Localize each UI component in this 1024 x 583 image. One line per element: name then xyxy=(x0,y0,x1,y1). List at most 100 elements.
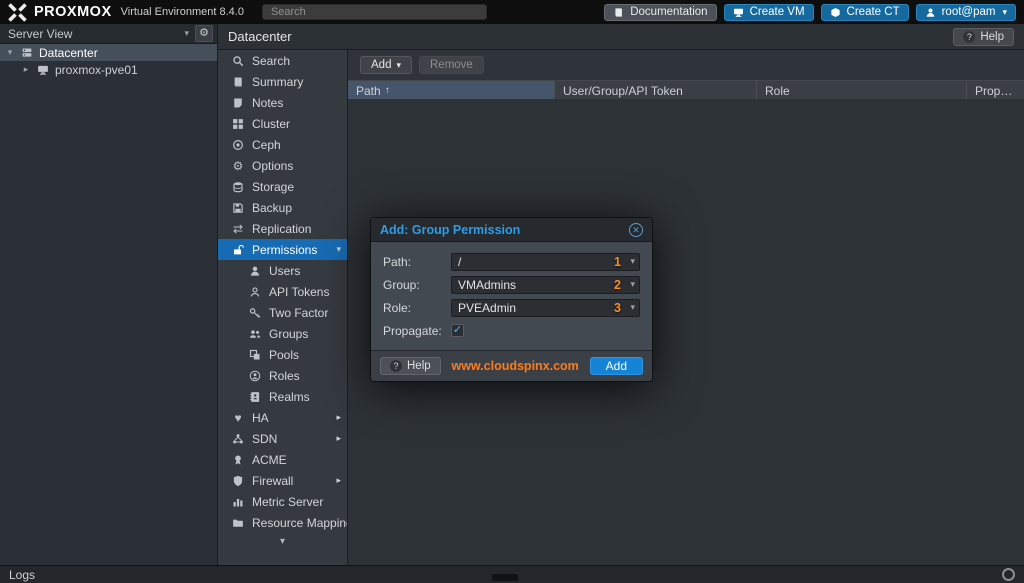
book-icon xyxy=(231,76,245,88)
field-label: Path: xyxy=(383,255,451,269)
column-label: Propag... xyxy=(975,81,1016,100)
column-header-role[interactable]: Role xyxy=(757,81,967,100)
gear-icon: ⚙ xyxy=(199,27,209,39)
column-label: User/Group/API Token xyxy=(563,81,683,100)
menu-item-two-factor[interactable]: Two Factor xyxy=(218,302,347,323)
menu-item-cluster[interactable]: Cluster xyxy=(218,113,347,134)
menu-item-options[interactable]: ⚙ Options xyxy=(218,155,347,176)
menu-item-groups[interactable]: Groups xyxy=(218,323,347,344)
menu-item-label: Two Factor xyxy=(269,306,328,320)
menu-item-label: ACME xyxy=(252,453,287,467)
menu-item-replication[interactable]: ⇄Replication xyxy=(218,218,347,239)
add-button[interactable]: Add ▾ xyxy=(360,56,412,74)
menu-item-label: Roles xyxy=(269,369,300,383)
resource-tree: ▾Datacenter▸proxmox-pve01 xyxy=(0,44,217,78)
column-header-user-group-api-token[interactable]: User/Group/API Token xyxy=(555,81,757,100)
create-vm-button[interactable]: Create VM xyxy=(724,4,814,21)
menu-item-ha[interactable]: ♥HA▸ xyxy=(218,407,347,428)
menu-overflow-indicator[interactable]: ▾ xyxy=(218,536,347,547)
menu-list: SearchSummary Notes Cluster Ceph ⚙ Options Sto… xyxy=(218,50,347,533)
menu-item-firewall[interactable]: Firewall▸ xyxy=(218,470,347,491)
sort-asc-icon: ↑ xyxy=(385,81,390,100)
pools-icon xyxy=(248,349,262,361)
column-header-propag[interactable]: Propag... xyxy=(967,81,1024,100)
menu-item-label: API Tokens xyxy=(269,285,329,299)
dialog-titlebar[interactable]: Add: Group Permission ✕ xyxy=(371,218,652,242)
menu-item-storage[interactable]: Storage xyxy=(218,176,347,197)
user-icon xyxy=(925,7,937,18)
chevron-right-icon[interactable]: ▸ xyxy=(21,64,31,75)
menu-item-backup[interactable]: Backup xyxy=(218,197,347,218)
chevron-right-icon: ▸ xyxy=(336,433,341,444)
menu-item-search[interactable]: Search xyxy=(218,50,347,71)
panel-splitter-handle[interactable] xyxy=(492,574,518,581)
address-book-icon xyxy=(248,391,262,403)
dialog-help-label: Help xyxy=(407,360,431,372)
tree-item-proxmox-pve01[interactable]: ▸proxmox-pve01 xyxy=(0,61,217,78)
monitor-icon xyxy=(36,64,50,76)
server-icon xyxy=(20,47,34,59)
global-search-input[interactable] xyxy=(262,4,487,20)
menu-item-metric-server[interactable]: Metric Server xyxy=(218,491,347,512)
folder-icon xyxy=(231,517,245,529)
menu-item-label: Notes xyxy=(252,96,283,110)
menu-item-notes[interactable]: Notes xyxy=(218,92,347,113)
menu-item-realms[interactable]: Realms xyxy=(218,386,347,407)
menu-item-label: SDN xyxy=(252,432,277,446)
user-icon xyxy=(248,265,262,277)
menu-item-label: Cluster xyxy=(252,117,290,131)
menu-item-pools[interactable]: Pools xyxy=(218,344,347,365)
chevron-down-icon: ▾ xyxy=(630,302,635,313)
menu-item-resource-mappings[interactable]: Resource Mappings xyxy=(218,512,347,533)
gear-icon: ⚙ xyxy=(231,159,245,173)
ceph-icon xyxy=(231,139,245,151)
menu-item-ceph[interactable]: Ceph xyxy=(218,134,347,155)
resource-tree-panel: Server View ▾ ⚙ ▾Datacenter▸proxmox-pve0… xyxy=(0,24,218,565)
help-label: Help xyxy=(980,31,1004,43)
tree-item-datacenter[interactable]: ▾Datacenter xyxy=(0,44,217,61)
view-settings-button[interactable]: ⚙ xyxy=(195,25,213,42)
menu-item-label: Resource Mappings xyxy=(252,516,348,530)
menu-item-sdn[interactable]: SDN ▸ xyxy=(218,428,347,449)
user-o-icon xyxy=(248,286,262,298)
field-label: Propagate: xyxy=(383,324,451,338)
status-circle-icon[interactable] xyxy=(1002,568,1015,581)
documentation-label: Documentation xyxy=(630,6,707,18)
menu-item-api-tokens[interactable]: API Tokens xyxy=(218,281,347,302)
top-header: PROXMOX Virtual Environment 8.4.0 Docume… xyxy=(0,0,1024,24)
menu-item-label: Options xyxy=(252,159,293,173)
combo-value: PVEAdmin xyxy=(458,301,516,315)
close-icon[interactable]: ✕ xyxy=(629,223,643,237)
menu-item-label: Storage xyxy=(252,180,294,194)
book-icon xyxy=(613,7,625,18)
dialog-help-button[interactable]: ? Help xyxy=(380,357,441,375)
menu-item-label: Ceph xyxy=(252,138,281,152)
menu-item-acme[interactable]: ACME xyxy=(218,449,347,470)
chevron-down-icon: ▾ xyxy=(184,28,195,39)
chevron-down-icon: ▾ xyxy=(630,256,635,267)
chevron-down-icon[interactable]: ▾ xyxy=(5,47,15,58)
group-combo[interactable]: VMAdmins2▾ xyxy=(451,276,640,294)
menu-item-users[interactable]: Users xyxy=(218,260,347,281)
add-label: Add xyxy=(371,59,391,71)
menu-item-summary[interactable]: Summary xyxy=(218,71,347,92)
note-icon xyxy=(231,97,245,109)
help-button[interactable]: ? Help xyxy=(953,28,1014,46)
user-menu-button[interactable]: root@pam ▾ xyxy=(916,4,1016,21)
dialog-add-button[interactable]: Add xyxy=(590,357,643,375)
create-ct-button[interactable]: Create CT xyxy=(821,4,909,21)
chart-icon xyxy=(231,496,245,508)
view-selector[interactable]: Server View ▾ ⚙ xyxy=(0,24,217,44)
path-combo[interactable]: / 1 ▾ xyxy=(451,253,640,271)
menu-item-label: Metric Server xyxy=(252,495,323,509)
documentation-button[interactable]: Documentation xyxy=(604,4,716,21)
menu-item-roles[interactable]: Roles xyxy=(218,365,347,386)
dialog-body: Path:/1▾Group:VMAdmins2▾Role:PVEAdmin3▾P… xyxy=(371,242,652,350)
propagate-checkbox[interactable]: ✓ xyxy=(451,324,464,337)
role-combo[interactable]: PVEAdmin3▾ xyxy=(451,299,640,317)
remove-button[interactable]: Remove xyxy=(419,56,484,74)
menu-item-permissions[interactable]: Permissions▾ xyxy=(218,239,347,260)
column-header-path[interactable]: Path↑ xyxy=(348,81,555,100)
combo-value: / xyxy=(458,255,461,269)
annotation-step-1: 1 xyxy=(614,255,621,269)
